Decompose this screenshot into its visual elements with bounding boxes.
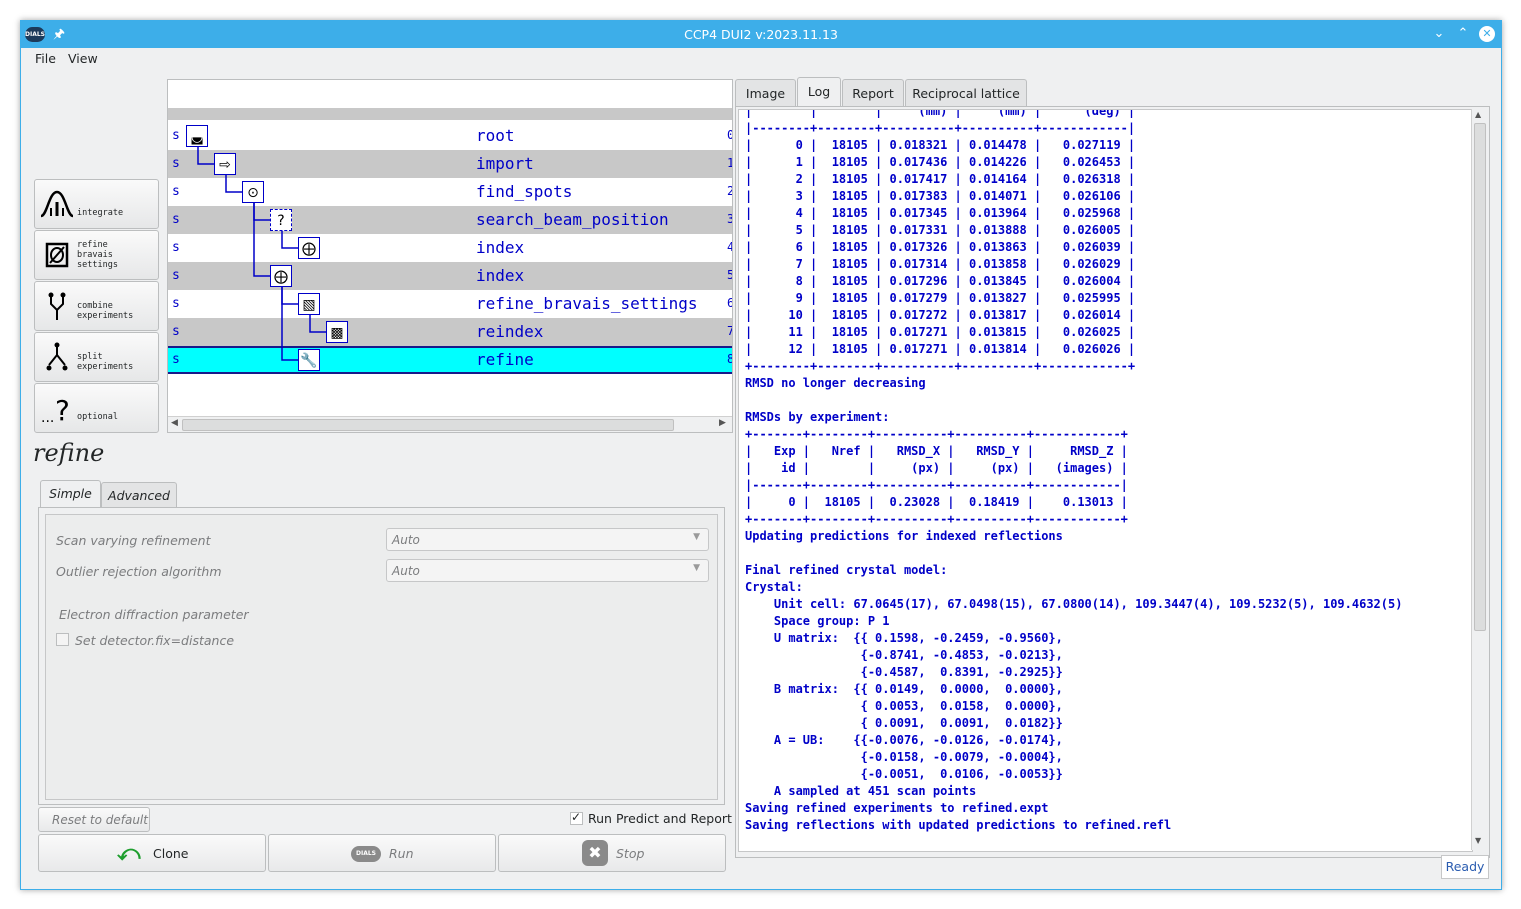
detector-fix-label: Set detector.fix=distance	[75, 633, 235, 648]
svg-text:...: ...	[41, 410, 54, 424]
parameters-inner: Scan varying refinement Auto ▼ Outlier r…	[45, 514, 718, 800]
combine-icon	[48, 292, 66, 320]
index-icon: ⨁	[270, 265, 292, 287]
outlier-select[interactable]: Auto ▼	[386, 559, 709, 582]
title-bar[interactable]: DIALS 🖈 CCP4 DUI2 v:2023.11.13 ⌄ ⌃ ✕	[21, 21, 1501, 48]
scan-varying-select[interactable]: Auto ▼	[386, 528, 709, 551]
search-beam-icon: ?	[270, 209, 292, 231]
scan-varying-label: Scan varying refinement	[56, 533, 211, 548]
tab-report[interactable]: Report	[842, 79, 904, 106]
tree-horizontal-scrollbar[interactable]: ◀ ▶	[168, 416, 732, 432]
refine-bravais-node-icon: ▧	[298, 293, 320, 315]
close-button[interactable]: ✕	[1479, 26, 1495, 42]
reset-to-default-button[interactable]: Reset to default	[38, 807, 150, 832]
optional-label: optional	[77, 412, 118, 422]
tab-simple[interactable]: Simple	[40, 480, 101, 508]
run-button[interactable]: DIALS Run	[268, 834, 496, 872]
checkmark-icon: ✓	[571, 810, 582, 824]
run-predict-checkbox[interactable]: ✓	[570, 810, 583, 825]
clone-button[interactable]: ⤺ Clone	[38, 834, 266, 872]
wrench-icon: 🔧	[298, 349, 320, 371]
run-label: Run	[389, 846, 414, 861]
window-title: CCP4 DUI2 v:2023.11.13	[684, 27, 838, 42]
outlier-label: Outlier rejection algorithm	[56, 564, 222, 579]
detector-fix-checkbox[interactable]	[56, 633, 69, 646]
dials-run-icon: DIALS	[351, 846, 381, 862]
reindex-icon: ▩	[326, 321, 348, 343]
refine-bravais-settings-button[interactable]: refine bravais settings	[34, 230, 159, 280]
scroll-thumb[interactable]	[182, 419, 674, 431]
optional-button[interactable]: ... ? optional	[34, 383, 159, 433]
scroll-right-arrow-icon[interactable]: ▶	[719, 418, 726, 428]
integrate-button[interactable]: integrate	[34, 179, 159, 229]
minimize-button[interactable]: ⌄	[1429, 24, 1449, 44]
clone-arrow-icon: ⤺	[117, 841, 141, 866]
parameters-panel: Scan varying refinement Auto ▼ Outlier r…	[38, 507, 725, 805]
find-spots-icon: ⊙	[242, 181, 264, 203]
main-window: DIALS 🖈 CCP4 DUI2 v:2023.11.13 ⌄ ⌃ ✕ Fil…	[20, 20, 1502, 890]
electron-diffraction-label: Electron diffraction parameter	[59, 607, 249, 622]
scroll-left-arrow-icon[interactable]: ◀	[171, 418, 178, 428]
scroll-up-arrow-icon[interactable]: ▲	[1475, 110, 1481, 119]
stop-icon: ✖	[582, 840, 608, 866]
menu-file[interactable]: File	[35, 51, 56, 66]
tab-image[interactable]: Image	[735, 79, 796, 106]
clone-label: Clone	[153, 846, 189, 861]
combine-label: combine experiments	[77, 301, 134, 321]
root-eye-icon: ◛	[186, 125, 208, 147]
integrate-icon	[40, 190, 74, 218]
stop-label: Stop	[616, 846, 645, 861]
split-icon	[46, 342, 68, 371]
log-vertical-scrollbar[interactable]: ▲ ▼	[1471, 109, 1487, 850]
import-icon: ⇨	[214, 153, 236, 175]
index-icon: ⨁	[298, 237, 320, 259]
maximize-button[interactable]: ⌃	[1453, 24, 1473, 44]
menu-view[interactable]: View	[68, 51, 98, 66]
refine-bravais-label: refine bravais settings	[77, 240, 118, 270]
pipeline-tree[interactable]: s root 0 s import 1 s find_spots 2 s sea…	[167, 79, 733, 433]
tab-advanced[interactable]: Advanced	[101, 482, 177, 508]
tab-log[interactable]: Log	[797, 77, 841, 106]
log-view[interactable]: | | | (mm) | (mm) | (deg) | |--------+--…	[738, 109, 1473, 852]
chevron-down-icon: ▼	[693, 532, 700, 542]
outlier-value: Auto	[392, 564, 420, 578]
combine-experiments-button[interactable]: combine experiments	[34, 281, 159, 331]
integrate-label: integrate	[77, 208, 124, 218]
svg-text:?: ?	[55, 394, 70, 424]
step-title: refine	[33, 439, 105, 467]
scan-varying-value: Auto	[392, 533, 420, 547]
run-predict-label: Run Predict and Report	[588, 811, 732, 826]
scroll-down-arrow-icon[interactable]: ▼	[1475, 836, 1481, 845]
tab-reciprocal-lattice[interactable]: Reciprocal lattice	[905, 79, 1027, 106]
optional-icon: ... ?	[41, 394, 70, 424]
stop-button[interactable]: ✖ Stop	[498, 834, 726, 872]
chevron-down-icon: ▼	[693, 563, 700, 573]
status-indicator: Ready	[1441, 855, 1489, 879]
split-label: split experiments	[77, 352, 134, 372]
menu-bar: File View	[21, 48, 1501, 68]
split-experiments-button[interactable]: split experiments	[34, 332, 159, 382]
reset-label: Reset to default	[52, 813, 148, 827]
log-text: | | | (mm) | (mm) | (deg) | |--------+--…	[745, 109, 1403, 832]
scroll-thumb[interactable]	[1474, 123, 1486, 631]
tree-connector-lines	[197, 146, 326, 361]
refine-bravais-icon	[45, 242, 69, 268]
